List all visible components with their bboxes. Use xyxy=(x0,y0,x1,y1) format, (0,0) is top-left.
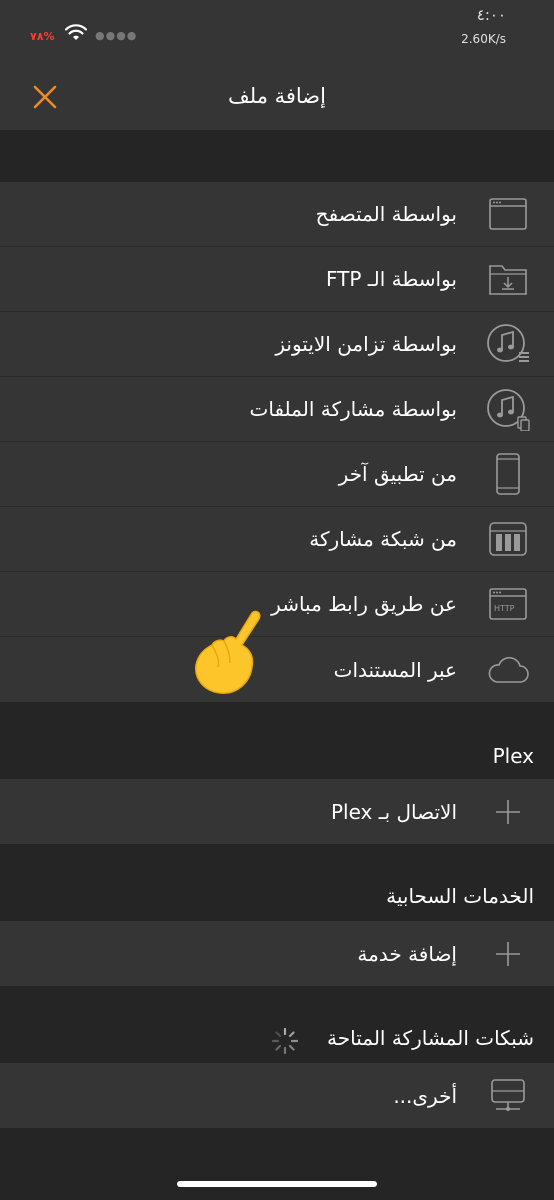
add-service-row[interactable]: إضافة خدمة xyxy=(0,921,554,986)
source-row-other-app[interactable]: من تطبيق آخر xyxy=(0,442,554,507)
source-row-direct-link[interactable]: عن طريق رابط مباشر HTTP xyxy=(0,572,554,637)
pointing-hand-icon xyxy=(195,610,261,694)
plus-icon xyxy=(484,788,532,836)
source-label: بواسطة تزامن الايتونز xyxy=(275,332,457,356)
svg-text:HTTP: HTTP xyxy=(494,604,515,613)
navigation-bar: إضافة ملف xyxy=(0,62,554,130)
other-network-label: أخرى... xyxy=(393,1083,457,1108)
bottom-area xyxy=(0,1128,554,1200)
section-header-shared-networks: شبكات المشاركة المتاحة xyxy=(327,1026,534,1050)
signal-icon: ●●●● xyxy=(95,29,138,42)
browser-window-icon xyxy=(484,190,532,238)
itunes-sync-icon xyxy=(484,320,532,368)
cloud-services-list: إضافة خدمة xyxy=(0,921,554,986)
source-label: عبر المستندات xyxy=(333,657,457,682)
plex-connect-label: الاتصال بـ Plex xyxy=(330,799,457,824)
page-title: إضافة ملف xyxy=(228,84,326,108)
plus-icon xyxy=(484,930,532,978)
plex-list: الاتصال بـ Plex xyxy=(0,779,554,844)
loading-spinner-icon xyxy=(271,1027,299,1055)
home-indicator[interactable] xyxy=(177,1181,377,1187)
section-header-cloud-services: الخدمات السحابية xyxy=(386,884,534,908)
nas-drive-icon xyxy=(484,515,532,563)
source-row-ftp[interactable]: بواسطة الـ FTP xyxy=(0,247,554,312)
cloud-section-gap: الخدمات السحابية xyxy=(0,844,554,921)
network-speed: 2.60K/s xyxy=(461,32,506,46)
source-label: بواسطة الـ FTP xyxy=(325,267,457,291)
clock: ٤:٠٠ xyxy=(476,6,506,24)
folder-download-icon xyxy=(484,255,532,303)
http-window-icon: HTTP xyxy=(484,580,532,628)
source-label: من شبكة مشاركة xyxy=(309,527,457,551)
itunes-file-sharing-icon xyxy=(484,385,532,433)
source-row-browser[interactable]: بواسطة المتصفح xyxy=(0,182,554,247)
add-source-list: بواسطة المتصفح بواسطة الـ FTP بواسطة تزا… xyxy=(0,182,554,702)
network-drive-icon xyxy=(484,1072,532,1120)
source-row-network-share[interactable]: من شبكة مشاركة xyxy=(0,507,554,572)
source-label: بواسطة المتصفح xyxy=(315,202,457,226)
source-label: بواسطة مشاركة الملفات xyxy=(249,397,457,421)
plex-section-gap: Plex xyxy=(0,702,554,779)
wifi-icon xyxy=(64,24,88,40)
battery-level: ٧٨% xyxy=(30,30,55,43)
other-network-row[interactable]: أخرى... xyxy=(0,1063,554,1128)
status-bar: ٧٨% ●●●● ٤:٠٠ 2.60K/s xyxy=(0,0,554,62)
plex-connect-row[interactable]: الاتصال بـ Plex xyxy=(0,779,554,844)
source-row-file-sharing[interactable]: بواسطة مشاركة الملفات xyxy=(0,377,554,442)
section-gap xyxy=(0,130,554,182)
phone-icon xyxy=(484,450,532,498)
section-header-plex: Plex xyxy=(492,744,534,768)
source-row-itunes-sync[interactable]: بواسطة تزامن الايتونز xyxy=(0,312,554,377)
shared-networks-list: أخرى... xyxy=(0,1063,554,1128)
cloud-icon xyxy=(484,646,532,694)
add-service-label: إضافة خدمة xyxy=(357,941,457,966)
source-row-documents[interactable]: عبر المستندات xyxy=(0,637,554,702)
source-label: من تطبيق آخر xyxy=(338,462,457,486)
source-label: عن طريق رابط مباشر xyxy=(271,592,457,616)
